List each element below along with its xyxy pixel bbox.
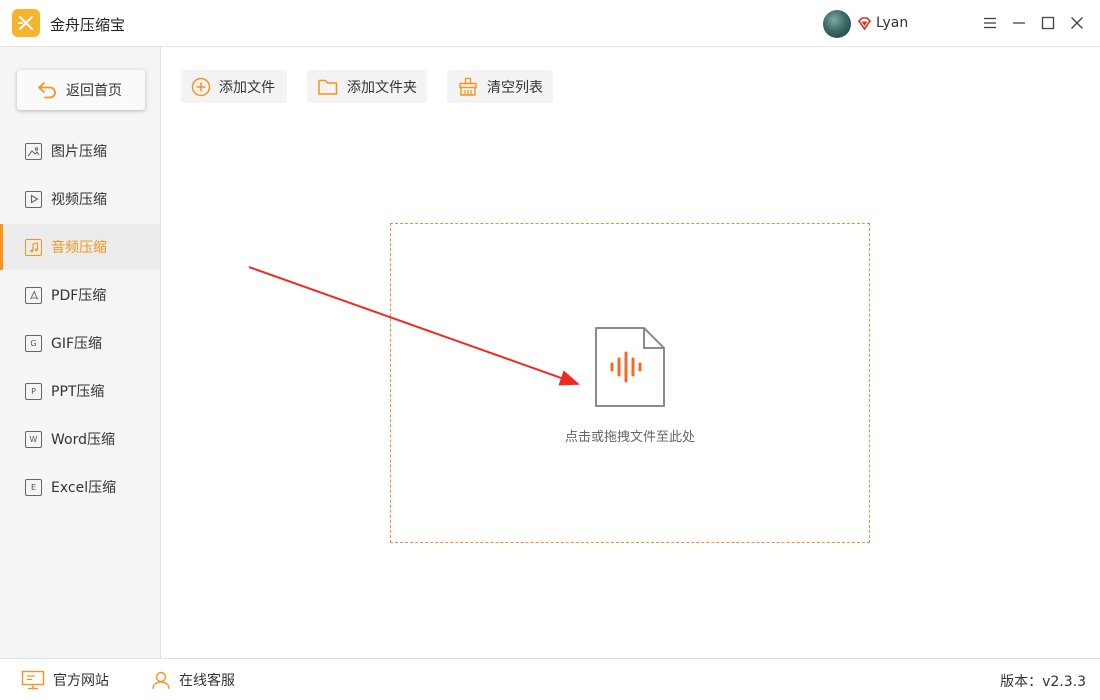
app-title: 金舟压缩宝: [50, 16, 126, 34]
app-logo-icon: [12, 9, 40, 37]
footer: 官方网站 在线客服 版本：v2.3.3: [0, 658, 1100, 700]
sidebar-item-excel[interactable]: E Excel压缩: [0, 464, 160, 510]
sidebar-item-label: PDF压缩: [51, 288, 107, 304]
back-arrow-icon: [38, 82, 56, 99]
word-icon: W: [25, 430, 42, 448]
menu-icon[interactable]: [979, 12, 1001, 34]
version-label: 版本：v2.3.3: [1000, 674, 1086, 690]
sidebar-item-ppt[interactable]: P PPT压缩: [0, 368, 160, 414]
sidebar-item-label: 音频压缩: [51, 240, 107, 256]
sidebar-item-pdf[interactable]: PDF压缩: [0, 272, 160, 318]
audio-icon: [25, 238, 42, 256]
clear-list-label: 清空列表: [487, 79, 543, 96]
title-bar: 金舟压缩宝 Lyan: [0, 0, 1100, 47]
add-file-label: 添加文件: [219, 79, 275, 96]
drop-zone-hint: 点击或拖拽文件至此处: [564, 430, 695, 445]
add-circle-icon: [191, 77, 211, 96]
sidebar-item-video[interactable]: 视频压缩: [0, 176, 160, 222]
monitor-icon: [21, 670, 45, 690]
sidebar-item-word[interactable]: W Word压缩: [0, 416, 160, 462]
image-icon: [25, 142, 42, 160]
sidebar-item-label: GIF压缩: [51, 336, 103, 352]
back-home-button[interactable]: 返回首页: [17, 70, 145, 110]
online-support-label: 在线客服: [179, 673, 235, 689]
sidebar-item-gif[interactable]: G GIF压缩: [0, 320, 160, 366]
official-website-link[interactable]: 官方网站: [21, 669, 109, 691]
minimize-icon[interactable]: [1008, 12, 1030, 34]
pdf-icon: [25, 286, 42, 304]
vip-diamond-icon: [858, 17, 871, 30]
username[interactable]: Lyan: [876, 15, 908, 31]
close-icon[interactable]: [1066, 12, 1088, 34]
avatar[interactable]: [823, 10, 851, 38]
add-folder-label: 添加文件夹: [347, 79, 417, 96]
sidebar-item-label: 视频压缩: [51, 192, 107, 208]
broom-icon: [459, 77, 477, 96]
ppt-icon: P: [25, 382, 42, 400]
audio-file-icon: [595, 327, 665, 407]
add-folder-button[interactable]: 添加文件夹: [307, 70, 427, 103]
maximize-icon[interactable]: [1037, 12, 1059, 34]
sidebar-item-image[interactable]: 图片压缩: [0, 128, 160, 174]
sidebar-item-label: PPT压缩: [51, 384, 105, 400]
back-home-label: 返回首页: [66, 83, 122, 99]
folder-icon: [318, 79, 338, 95]
add-file-button[interactable]: 添加文件: [181, 70, 287, 103]
excel-icon: E: [25, 478, 42, 496]
sidebar: 返回首页 图片压缩 视频压缩 音频压缩 PDF压缩 G GIF压缩 P PPT压…: [0, 47, 161, 658]
sidebar-item-label: Word压缩: [51, 432, 115, 448]
video-icon: [25, 190, 42, 208]
user-support-icon: [152, 671, 170, 690]
sidebar-item-audio[interactable]: 音频压缩: [0, 224, 160, 270]
official-website-label: 官方网站: [53, 673, 109, 689]
online-support-link[interactable]: 在线客服: [151, 669, 235, 691]
sidebar-item-label: Excel压缩: [51, 480, 117, 496]
clear-list-button[interactable]: 清空列表: [447, 70, 553, 103]
sidebar-item-label: 图片压缩: [51, 144, 107, 160]
gif-icon: G: [25, 334, 42, 352]
